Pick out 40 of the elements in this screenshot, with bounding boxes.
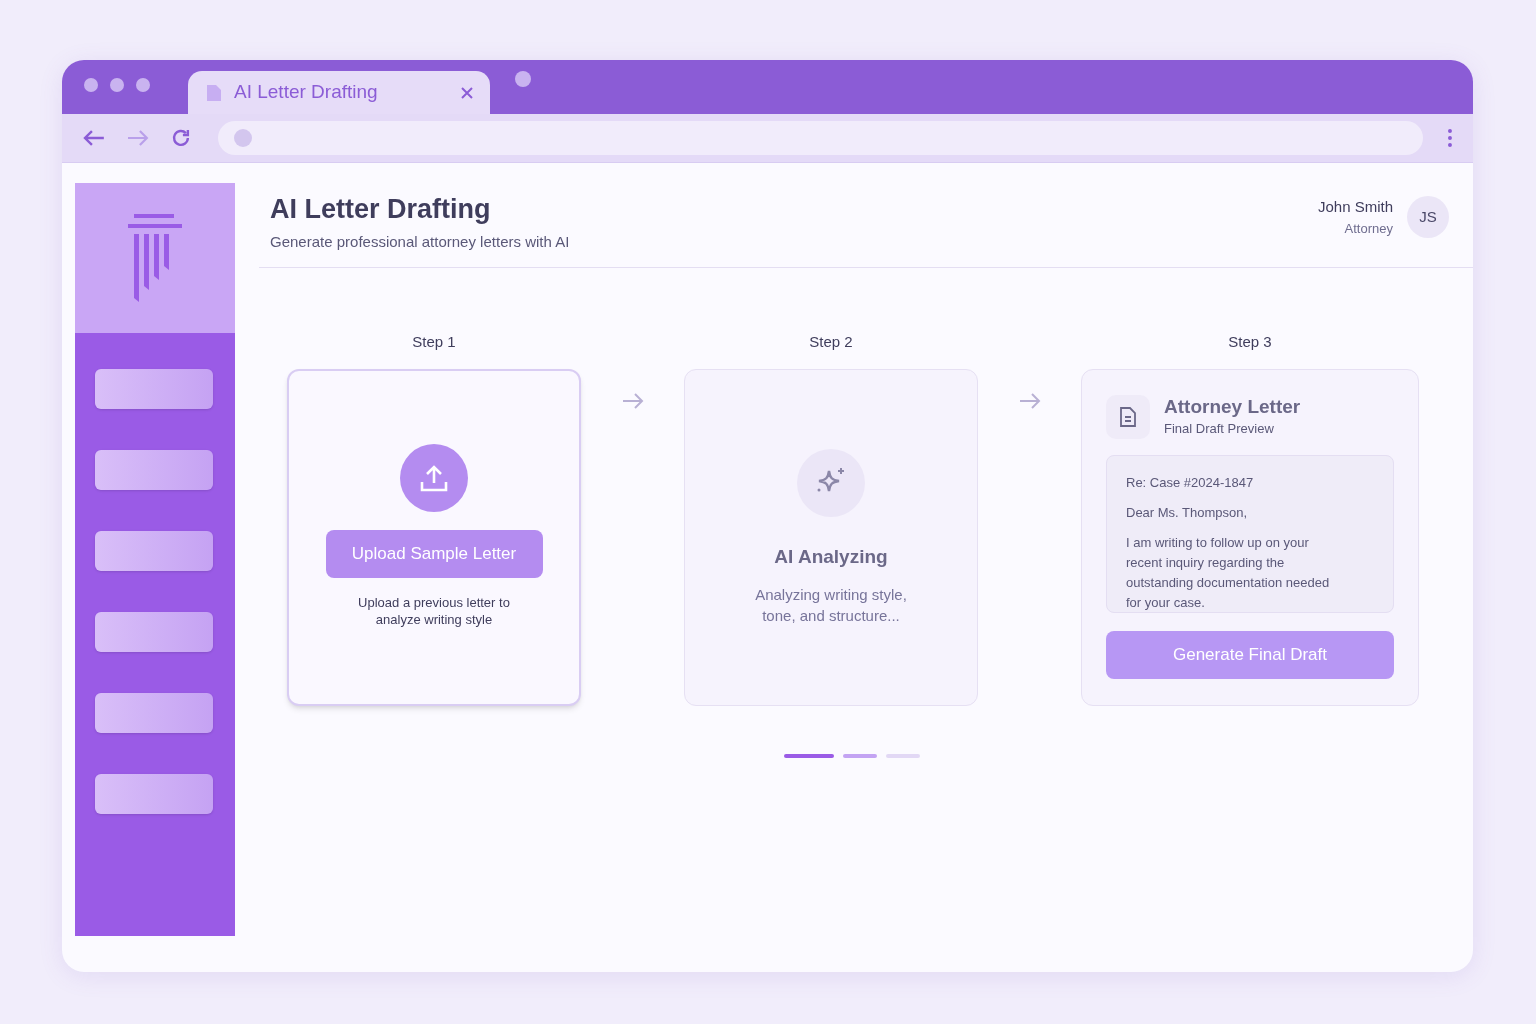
browser-tab[interactable]: AI Letter Drafting <box>188 71 490 114</box>
page-title: AI Letter Drafting <box>270 193 492 225</box>
window-control-icon[interactable] <box>84 78 98 92</box>
letter-text: Re: Case #2024-1847 <box>1126 474 1255 492</box>
upload-button[interactable]: Upload Sample Letter <box>325 530 543 578</box>
upload-icon <box>419 463 449 493</box>
close-icon[interactable] <box>460 85 474 100</box>
arrow-icon <box>1017 391 1042 411</box>
user-name: John Smith <box>1317 197 1393 217</box>
letter-title: Attorney Letter <box>1164 395 1301 420</box>
document-icon <box>204 82 224 103</box>
sidebar-item[interactable] <box>95 531 213 571</box>
generate-button[interactable]: Generate Final Draft <box>1106 631 1394 679</box>
window-control-icon[interactable] <box>136 78 150 92</box>
sidebar-item[interactable] <box>95 774 213 814</box>
window-control-icon[interactable] <box>110 78 124 92</box>
sidebar-item[interactable] <box>95 450 213 490</box>
arrow-icon <box>620 391 645 411</box>
letter-text: I am writing to follow up on your recent inquiry regarding the outstanding documentation needed for your case. <box>1126 534 1331 612</box>
pillar-logo-icon <box>126 214 184 302</box>
analyzing-title: AI Analyzing <box>774 545 888 569</box>
forward-arrow-icon[interactable] <box>125 128 150 148</box>
sidebar-item[interactable] <box>95 612 213 652</box>
user-avatar[interactable]: JS <box>1407 196 1449 238</box>
new-tab-icon[interactable] <box>515 71 531 87</box>
step-label: Step 3 <box>1228 332 1272 352</box>
site-icon <box>233 129 252 147</box>
sidebar-item[interactable] <box>95 369 213 409</box>
user-role: Attorney <box>1344 219 1393 238</box>
letter-subtitle: Final Draft Preview <box>1164 420 1275 439</box>
step-label: Step 1 <box>412 332 456 352</box>
sidebar-item[interactable] <box>95 693 213 733</box>
upload-caption: Upload a previous letter to analyze writing style <box>357 594 511 628</box>
step-label: Step 2 <box>809 332 853 352</box>
page-subtitle: Generate professional attorney letters with AI <box>270 232 570 252</box>
analyzing-caption: Analyzing writing style, tone, and structure... <box>754 584 908 626</box>
letter-text: Dear Ms. Thompson, <box>1126 504 1249 522</box>
menu-icon[interactable] <box>1447 128 1453 148</box>
back-arrow-icon[interactable] <box>82 128 106 148</box>
document-icon <box>1119 406 1137 428</box>
